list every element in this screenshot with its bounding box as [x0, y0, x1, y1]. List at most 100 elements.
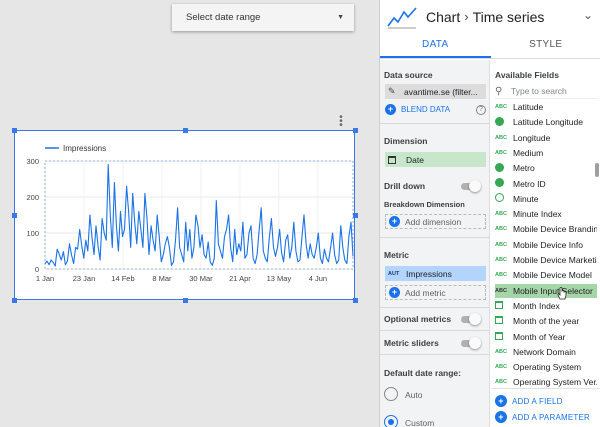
dimension-chip[interactable]: Date [385, 152, 486, 167]
field-item[interactable]: Latitude Longitude [495, 115, 597, 129]
resize-handle[interactable] [353, 128, 358, 133]
field-item[interactable]: ABC Mobile Input Selector [495, 283, 597, 298]
x-tick-label: 23 Jan [73, 274, 96, 283]
chart-svg: Impressions 0 100 200 300 1 Jan 23 Jan 14 Feb 8 … [26, 144, 354, 283]
tab-data[interactable]: DATA [380, 33, 491, 58]
data-source-title: Data source [384, 70, 433, 80]
field-item[interactable]: Metro ID [495, 177, 597, 191]
field-label: Mobile Device Branding [513, 224, 597, 235]
data-source-value: avantime.se (filter... [404, 86, 478, 97]
calendar-icon [388, 155, 406, 164]
field-label: Month Index [513, 300, 560, 311]
dimension-value: Date [406, 154, 424, 165]
resize-handle[interactable] [12, 213, 17, 218]
field-label: Latitude Longitude [513, 117, 583, 128]
field-item[interactable]: ABC Latitude [495, 100, 597, 114]
x-tick-label: 21 Apr [229, 274, 251, 283]
field-label: Mobile Device Info [513, 239, 583, 250]
tab-style[interactable]: STYLE [491, 33, 600, 58]
y-tick-label: 300 [26, 157, 39, 166]
field-item[interactable]: ABC Mobile Device Info [495, 238, 597, 252]
time-series-chart[interactable]: Impressions 0 100 200 300 1 Jan 23 Jan 14 Feb 8 … [14, 130, 355, 300]
add-parameter-button[interactable]: + ADD A PARAMETER [495, 411, 590, 423]
field-list-scrollbar[interactable] [595, 163, 599, 177]
default-date-title: Default date range: [384, 368, 461, 378]
field-item[interactable]: ABC Minute Index [495, 207, 597, 221]
resize-handle[interactable] [12, 128, 17, 133]
field-label: Longitude [513, 132, 551, 143]
radio-auto-label: Auto [405, 390, 423, 400]
field-label: Month of the year [513, 316, 580, 327]
metric-badge: AUT [388, 270, 400, 277]
help-icon[interactable]: ? [476, 104, 486, 115]
resize-handle[interactable] [183, 298, 188, 303]
field-label: Minute Index [513, 209, 562, 220]
text-type-icon: ABC [495, 211, 507, 218]
add-field-button[interactable]: + ADD A FIELD [495, 395, 563, 407]
panel-header: Chart › Time series ⌄ [380, 0, 600, 33]
field-item[interactable]: ABC Operating System [495, 360, 597, 374]
text-type-icon: ABC [495, 364, 507, 371]
breakdown-title: Breakdown Dimension [384, 200, 465, 209]
field-item[interactable]: Month Index [495, 299, 597, 313]
field-item[interactable]: Metro [495, 161, 597, 175]
report-canvas: Select date range ▼ • • • Impressions 0 100 2… [0, 0, 379, 427]
field-label: Medium [513, 147, 544, 158]
search-placeholder: Type to search [511, 86, 567, 96]
date-range-label: Select date range [186, 12, 261, 23]
text-type-icon: ABC [495, 226, 507, 233]
blend-data-label: BLEND DATA [401, 105, 451, 114]
divider [380, 123, 490, 124]
pencil-icon[interactable]: ✎ [388, 86, 404, 97]
plus-icon: + [385, 104, 396, 115]
globe-icon [495, 162, 513, 174]
field-item[interactable]: ABC Network Domain [495, 345, 597, 359]
field-item[interactable]: ABC Longitude [495, 131, 597, 145]
x-tick-label: 4 Jun [309, 274, 327, 283]
field-item[interactable]: ABC Mobile Device Model [495, 268, 597, 282]
metric-sliders-toggle[interactable] [461, 337, 481, 349]
text-type-icon: ABC [495, 104, 507, 110]
plus-icon: + [495, 395, 507, 407]
resize-handle[interactable] [12, 298, 17, 303]
resize-handle[interactable] [183, 128, 188, 133]
field-search-input[interactable]: ⚲ Type to search [495, 84, 597, 99]
caret-down-icon: ▼ [337, 14, 344, 21]
calendar-icon [495, 316, 513, 326]
field-item[interactable]: Minute [495, 192, 597, 206]
text-type-icon: ABC [495, 257, 507, 263]
data-source-chip[interactable]: ✎ avantime.se (filter... [385, 84, 486, 99]
metric-chip[interactable]: AUT Impressions [385, 266, 486, 281]
add-parameter-label: ADD A PARAMETER [512, 412, 590, 422]
blend-data-button[interactable]: + BLEND DATA ? [385, 104, 486, 115]
add-metric-button[interactable]: + Add metric [385, 285, 486, 300]
optional-metrics-toggle[interactable] [461, 313, 481, 325]
field-item[interactable]: ABC Medium [495, 146, 597, 160]
field-label: Operating System Ver... [513, 377, 597, 388]
time-series-chart-icon [387, 6, 417, 28]
clock-icon [495, 193, 513, 204]
drill-down-toggle[interactable] [461, 180, 481, 192]
field-item[interactable]: Month of Year [495, 330, 597, 344]
field-label: Month of Year [513, 331, 566, 342]
plus-icon: + [495, 411, 507, 423]
field-item[interactable]: ABC Mobile Device Branding [495, 222, 597, 236]
field-item[interactable]: ABC Mobile Device Marketi... [495, 253, 597, 267]
radio-auto[interactable] [384, 387, 398, 401]
resize-handle[interactable] [353, 298, 358, 303]
add-dimension-button[interactable]: + Add dimension [385, 214, 486, 229]
date-range-selector[interactable]: Select date range ▼ [172, 4, 354, 31]
more-options-icon[interactable]: • • • [338, 113, 344, 131]
chart-type-label[interactable]: Time series [473, 9, 545, 25]
chevron-down-icon[interactable]: ⌄ [583, 8, 593, 22]
globe-icon [495, 178, 513, 189]
divider [380, 330, 490, 331]
radio-custom[interactable] [384, 415, 398, 427]
resize-handle[interactable] [353, 213, 358, 218]
data-settings-column: Data source ✎ avantime.se (filter... + B… [380, 60, 490, 427]
field-item[interactable]: Month of the year [495, 314, 597, 328]
x-tick-label: 13 May [267, 274, 292, 283]
chevron-right-icon: › [464, 9, 469, 24]
series-line-impressions [44, 164, 354, 267]
plus-icon: + [389, 287, 400, 298]
